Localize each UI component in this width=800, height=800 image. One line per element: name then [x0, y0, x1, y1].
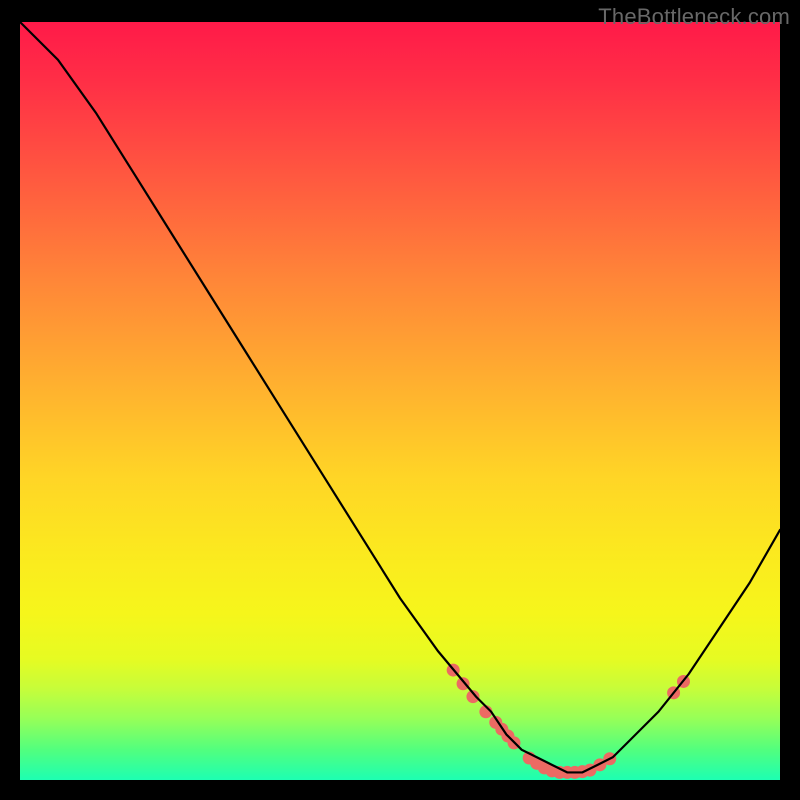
curve-line	[20, 22, 780, 772]
chart-svg	[20, 22, 780, 780]
watermark-text: TheBottleneck.com	[598, 4, 790, 30]
plot-area	[20, 22, 780, 780]
chart-frame: TheBottleneck.com	[0, 0, 800, 800]
data-markers	[447, 664, 690, 779]
